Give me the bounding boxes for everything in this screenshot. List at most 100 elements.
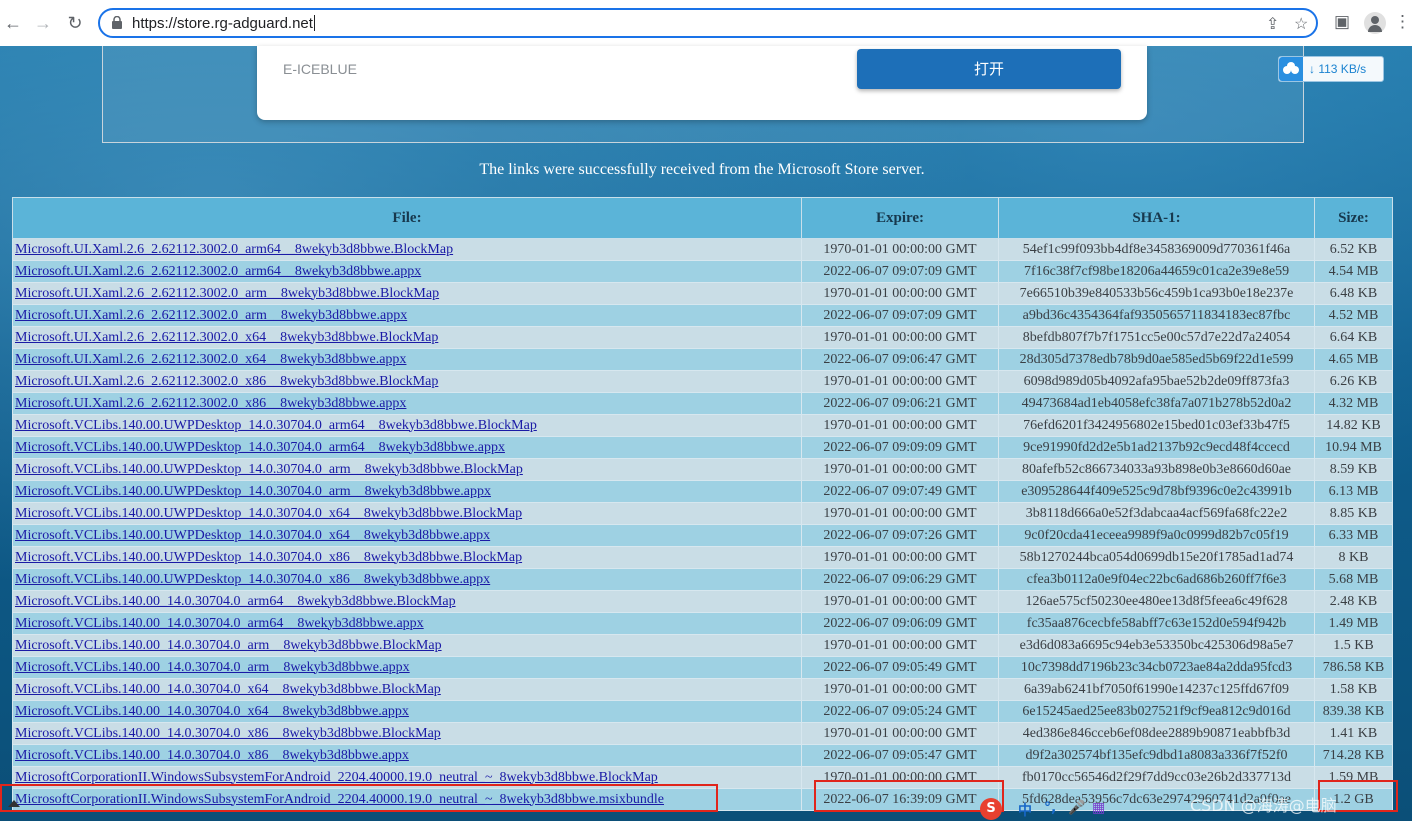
sha1-cell: 10c7398dd7196b23c34cb0723ae84a2dda95fcd3	[998, 656, 1315, 679]
file-cell: Microsoft.UI.Xaml.2.6_2.62112.3002.0_arm…	[12, 304, 802, 327]
forward-icon[interactable]: →	[32, 12, 54, 34]
file-link[interactable]: Microsoft.VCLibs.140.00.UWPDesktop_14.0.…	[15, 418, 537, 433]
file-link[interactable]: Microsoft.VCLibs.140.00_14.0.30704.0_x64…	[15, 682, 441, 697]
sha1-cell: 9ce91990fd2d2e5b1ad2137b92c9ecd48f4ccecd	[998, 436, 1315, 459]
sha1-cell: 7e66510b39e840533b56c459b1ca93b0e18e237e	[998, 282, 1315, 305]
header-sha1: SHA-1:	[998, 197, 1315, 239]
sha1-cell: 49473684ad1eb4058efc38fa7a071b278b52d0a2	[998, 392, 1315, 415]
table-row: Microsoft.VCLibs.140.00.UWPDesktop_14.0.…	[12, 546, 1393, 569]
table-row: Microsoft.UI.Xaml.2.6_2.62112.3002.0_x64…	[12, 348, 1393, 371]
table-row: Microsoft.VCLibs.140.00_14.0.30704.0_x86…	[12, 744, 1393, 767]
share-icon[interactable]: ⇪	[1266, 14, 1279, 34]
expire-cell: 1970-01-01 00:00:00 GMT	[801, 282, 999, 305]
bookmark-star-icon[interactable]: ☆	[1294, 14, 1308, 34]
expire-cell: 2022-06-07 09:05:49 GMT	[801, 656, 999, 679]
table-row: Microsoft.VCLibs.140.00_14.0.30704.0_x64…	[12, 700, 1393, 723]
size-cell: 1.58 KB	[1314, 678, 1393, 701]
back-icon[interactable]: ←	[2, 12, 24, 34]
expire-cell: 2022-06-07 09:07:49 GMT	[801, 480, 999, 503]
size-cell: 786.58 KB	[1314, 656, 1393, 679]
microphone-icon[interactable]: 🎤	[1068, 800, 1085, 816]
table-row: Microsoft.VCLibs.140.00_14.0.30704.0_x64…	[12, 678, 1393, 701]
sha1-cell: 80afefb52c866734033a93b898e0b3e8660d60ae	[998, 458, 1315, 481]
expire-cell: 1970-01-01 00:00:00 GMT	[801, 502, 999, 525]
scroll-up-icon[interactable]	[8, 800, 20, 807]
file-link[interactable]: Microsoft.UI.Xaml.2.6_2.62112.3002.0_arm…	[15, 286, 439, 301]
file-link[interactable]: Microsoft.VCLibs.140.00_14.0.30704.0_arm…	[15, 616, 424, 631]
size-cell: 4.32 MB	[1314, 392, 1393, 415]
file-link[interactable]: Microsoft.VCLibs.140.00.UWPDesktop_14.0.…	[15, 440, 505, 455]
size-cell: 14.82 KB	[1314, 414, 1393, 437]
table-row: Microsoft.VCLibs.140.00.UWPDesktop_14.0.…	[12, 502, 1393, 525]
file-link[interactable]: Microsoft.VCLibs.140.00_14.0.30704.0_x86…	[15, 748, 409, 763]
file-cell: Microsoft.UI.Xaml.2.6_2.62112.3002.0_arm…	[12, 282, 802, 305]
profile-avatar[interactable]	[1364, 12, 1386, 34]
file-link[interactable]: Microsoft.UI.Xaml.2.6_2.62112.3002.0_arm…	[15, 242, 453, 257]
file-link[interactable]: Microsoft.VCLibs.140.00.UWPDesktop_14.0.…	[15, 528, 490, 543]
file-link[interactable]: Microsoft.UI.Xaml.2.6_2.62112.3002.0_x64…	[15, 352, 406, 367]
sha1-cell: cfea3b0112a0e9f04ec22bc6ad686b260ff7f6e3	[998, 568, 1315, 591]
expire-cell: 2022-06-07 09:06:29 GMT	[801, 568, 999, 591]
file-cell: Microsoft.UI.Xaml.2.6_2.62112.3002.0_x86…	[12, 392, 802, 415]
file-link[interactable]: Microsoft.VCLibs.140.00_14.0.30704.0_x86…	[15, 726, 441, 741]
expire-cell: 2022-06-07 09:06:21 GMT	[801, 392, 999, 415]
file-cell: Microsoft.VCLibs.140.00_14.0.30704.0_arm…	[12, 612, 802, 635]
file-link[interactable]: Microsoft.UI.Xaml.2.6_2.62112.3002.0_x86…	[15, 396, 406, 411]
reload-icon[interactable]: ↻	[64, 12, 86, 34]
file-link[interactable]: Microsoft.VCLibs.140.00_14.0.30704.0_arm…	[15, 594, 456, 609]
header-file: File:	[12, 197, 802, 239]
table-row: Microsoft.VCLibs.140.00.UWPDesktop_14.0.…	[12, 436, 1393, 459]
file-link[interactable]: Microsoft.VCLibs.140.00.UWPDesktop_14.0.…	[15, 484, 491, 499]
file-cell: Microsoft.UI.Xaml.2.6_2.62112.3002.0_x64…	[12, 348, 802, 371]
sidepanel-icon[interactable]: ▣	[1334, 12, 1350, 32]
file-link[interactable]: Microsoft.UI.Xaml.2.6_2.62112.3002.0_arm…	[15, 308, 407, 323]
table-row: Microsoft.UI.Xaml.2.6_2.62112.3002.0_arm…	[12, 260, 1393, 283]
ime-mode-toggle[interactable]: 中	[1018, 800, 1032, 820]
menu-icon[interactable]: ⋮	[1394, 12, 1411, 32]
file-cell: Microsoft.UI.Xaml.2.6_2.62112.3002.0_x64…	[12, 326, 802, 349]
table-row: Microsoft.VCLibs.140.00.UWPDesktop_14.0.…	[12, 414, 1393, 437]
address-bar[interactable]: https://store.rg-adguard.net ⇪ ☆	[98, 8, 1318, 38]
lock-icon	[112, 16, 122, 29]
file-link[interactable]: Microsoft.UI.Xaml.2.6_2.62112.3002.0_arm…	[15, 264, 421, 279]
file-cell: Microsoft.VCLibs.140.00.UWPDesktop_14.0.…	[12, 458, 802, 481]
ime-logo-icon[interactable]: S	[980, 798, 1002, 820]
file-link[interactable]: Microsoft.VCLibs.140.00_14.0.30704.0_arm…	[15, 638, 442, 653]
table-row: Microsoft.VCLibs.140.00_14.0.30704.0_arm…	[12, 656, 1393, 679]
file-link[interactable]: Microsoft.VCLibs.140.00.UWPDesktop_14.0.…	[15, 572, 490, 587]
sha1-cell: 8befdb807f7b7f1751cc5e00c57d7e22d7a24054	[998, 326, 1315, 349]
file-link[interactable]: Microsoft.UI.Xaml.2.6_2.62112.3002.0_x64…	[15, 330, 438, 345]
table-row: Microsoft.VCLibs.140.00.UWPDesktop_14.0.…	[12, 524, 1393, 547]
file-link[interactable]: MicrosoftCorporationII.WindowsSubsystemF…	[15, 770, 658, 785]
ime-punct-toggle[interactable]: °,	[1044, 800, 1056, 816]
sha1-cell: 6e15245aed25ee83b027521f9cf9ea812c9d016d	[998, 700, 1315, 723]
sha1-cell: fb0170cc56546d2f29f7dd9cc03e26b2d337713d	[998, 766, 1315, 789]
table-row: Microsoft.VCLibs.140.00.UWPDesktop_14.0.…	[12, 568, 1393, 591]
size-cell: 5.68 MB	[1314, 568, 1393, 591]
file-link[interactable]: Microsoft.VCLibs.140.00.UWPDesktop_14.0.…	[15, 506, 522, 521]
file-link[interactable]: Microsoft.UI.Xaml.2.6_2.62112.3002.0_x86…	[15, 374, 438, 389]
expire-cell: 1970-01-01 00:00:00 GMT	[801, 546, 999, 569]
file-cell: Microsoft.VCLibs.140.00.UWPDesktop_14.0.…	[12, 524, 802, 547]
download-speed-badge[interactable]: ↓ 113 KB/s	[1278, 56, 1384, 82]
file-link[interactable]: Microsoft.VCLibs.140.00_14.0.30704.0_x64…	[15, 704, 409, 719]
table-row: Microsoft.VCLibs.140.00_14.0.30704.0_arm…	[12, 634, 1393, 657]
size-cell: 1.5 KB	[1314, 634, 1393, 657]
ime-toolbar: S 中 °, 🎤 ▦	[980, 798, 1140, 821]
file-link[interactable]: Microsoft.VCLibs.140.00.UWPDesktop_14.0.…	[15, 462, 523, 477]
expire-cell: 1970-01-01 00:00:00 GMT	[801, 370, 999, 393]
table-row: Microsoft.VCLibs.140.00_14.0.30704.0_arm…	[12, 590, 1393, 613]
table-row: Microsoft.UI.Xaml.2.6_2.62112.3002.0_x86…	[12, 370, 1393, 393]
grid-icon[interactable]: ▦	[1092, 800, 1105, 816]
file-cell: Microsoft.UI.Xaml.2.6_2.62112.3002.0_arm…	[12, 238, 802, 261]
expire-cell: 2022-06-07 09:07:26 GMT	[801, 524, 999, 547]
file-cell: Microsoft.VCLibs.140.00.UWPDesktop_14.0.…	[12, 546, 802, 569]
size-cell: 6.52 KB	[1314, 238, 1393, 261]
size-cell: 8.59 KB	[1314, 458, 1393, 481]
table-row: Microsoft.VCLibs.140.00_14.0.30704.0_x86…	[12, 722, 1393, 745]
file-link[interactable]: Microsoft.VCLibs.140.00.UWPDesktop_14.0.…	[15, 550, 522, 565]
file-link[interactable]: Microsoft.VCLibs.140.00_14.0.30704.0_arm…	[15, 660, 410, 675]
ad-open-button[interactable]: 打开	[857, 49, 1121, 89]
sha1-cell: 76efd6201f3424956802e15bed01c03ef33b47f5	[998, 414, 1315, 437]
url-text[interactable]: https://store.rg-adguard.net	[132, 15, 315, 32]
